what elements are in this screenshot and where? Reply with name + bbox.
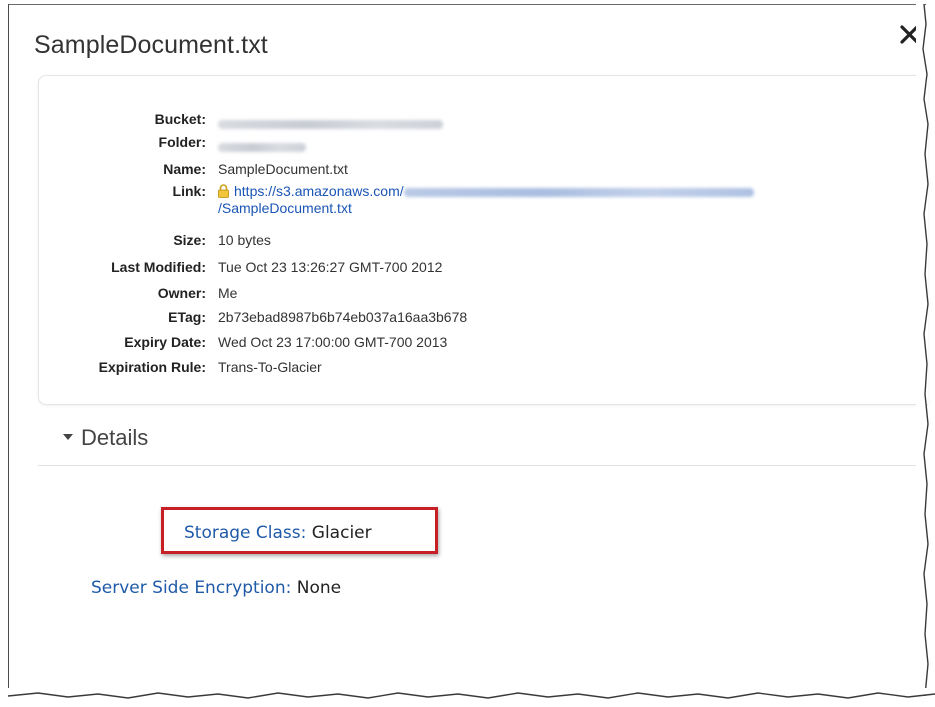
folder-value-redacted [218, 137, 306, 155]
property-label: Expiration Rule: [98, 359, 206, 375]
divider [38, 465, 918, 466]
link-value: https://s3.amazonaws.com/ [218, 182, 754, 200]
property-label: Last Modified: [111, 259, 206, 275]
property-value: SampleDocument.txt [218, 161, 348, 177]
encryption-line: Server Side Encryption: None [91, 578, 341, 598]
property-label: Size: [173, 232, 206, 248]
property-label: Owner: [157, 285, 206, 301]
dialog-title: SampleDocument.txt [34, 31, 268, 59]
property-value: Tue Oct 23 13:26:27 GMT-700 2012 [218, 259, 443, 275]
property-label: Link: [172, 183, 206, 199]
storage-class-label[interactable]: Storage Class: [184, 523, 306, 543]
object-link-filename[interactable]: /SampleDocument.txt [218, 199, 352, 217]
bucket-value-redacted [218, 114, 443, 132]
property-value: Me [218, 285, 238, 301]
property-label: Name: [163, 161, 206, 177]
property-label: Bucket: [154, 111, 206, 127]
encryption-label[interactable]: Server Side Encryption: [91, 578, 291, 598]
property-value: 10 bytes [218, 232, 271, 248]
torn-edge-bottom [8, 688, 935, 699]
storage-class-line: Storage Class: Glacier [184, 523, 372, 543]
property-label: ETag: [168, 309, 206, 325]
encryption-value: None [296, 578, 342, 598]
details-header-label: Details [81, 425, 149, 450]
triangle-down-icon [63, 434, 73, 440]
property-value: Wed Oct 23 17:00:00 GMT-700 2013 [218, 334, 448, 350]
details-toggle[interactable]: Details [63, 425, 148, 451]
property-value: Trans-To-Glacier [218, 359, 322, 375]
lock-icon [218, 184, 229, 198]
object-link[interactable]: https://s3.amazonaws.com/ [234, 183, 404, 199]
property-label: Expiry Date: [124, 334, 206, 350]
property-value: 2b73ebad8987b6b74eb037a16aa3b678 [218, 309, 468, 325]
link-path-redacted [403, 187, 754, 197]
storage-class-value: Glacier [311, 523, 372, 543]
property-label: Folder: [158, 134, 206, 150]
torn-edge-right [916, 4, 929, 696]
